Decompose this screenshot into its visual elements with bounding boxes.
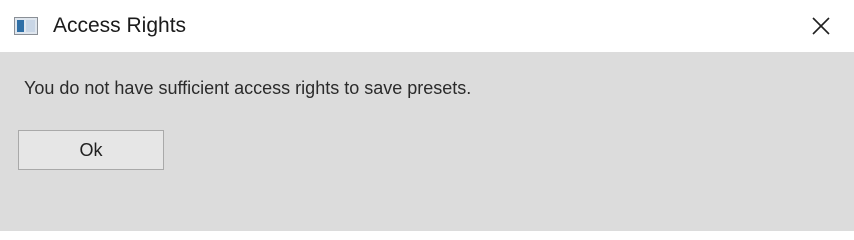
dialog-body: You do not have sufficient access rights… bbox=[0, 52, 854, 231]
close-icon bbox=[812, 17, 830, 35]
title-bar: Access Rights bbox=[0, 0, 854, 52]
window-title: Access Rights bbox=[53, 14, 187, 37]
ok-button[interactable]: Ok bbox=[18, 130, 164, 170]
access-rights-dialog: Access Rights You do not have sufficient… bbox=[0, 0, 854, 231]
close-button[interactable] bbox=[800, 6, 842, 46]
dialog-message: You do not have sufficient access rights… bbox=[24, 78, 472, 98]
application-window-icon bbox=[14, 17, 38, 35]
